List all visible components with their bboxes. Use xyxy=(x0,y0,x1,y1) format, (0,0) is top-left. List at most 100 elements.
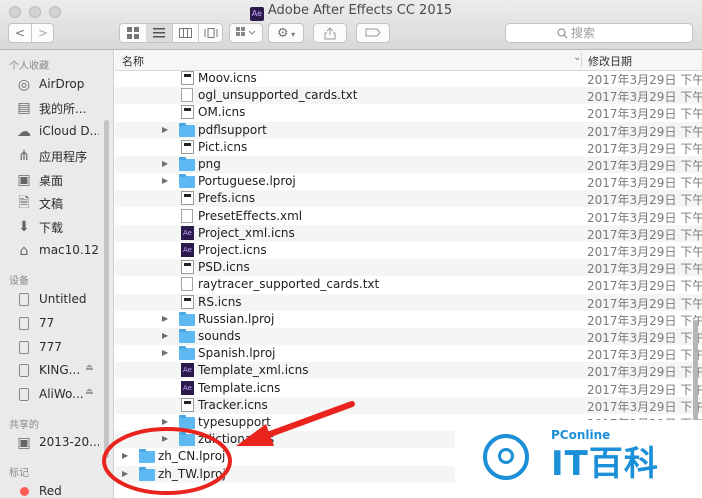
file-row[interactable]: ▶ Russian.lproj 2017年3月29日 下午 xyxy=(115,311,702,328)
icns-file-icon xyxy=(181,139,194,154)
sidebar-item-documents[interactable]: 🗎 文稿 xyxy=(15,193,107,213)
sidebar-item-home[interactable]: ⌂ mac10.12 xyxy=(15,241,107,261)
tag-button[interactable] xyxy=(356,23,390,43)
disclosure-triangle-icon[interactable]: ▶ xyxy=(162,313,168,325)
file-name: ogl_unsupported_cards.txt xyxy=(198,88,358,103)
coverflow-view-button[interactable] xyxy=(198,24,223,42)
folder-icon xyxy=(139,466,155,481)
sidebar-item-all-files[interactable]: ▤ 我的所... xyxy=(15,98,107,118)
eject-icon[interactable]: ⏏ xyxy=(85,387,94,397)
disclosure-triangle-icon[interactable]: ▶ xyxy=(122,468,128,480)
file-row[interactable]: Ae Template_xml.icns 2017年3月29日 下午 xyxy=(115,362,702,380)
computer-icon: ▣ xyxy=(17,435,31,451)
file-row[interactable]: PSD.icns 2017年3月29日 下午 xyxy=(115,259,702,277)
file-row[interactable]: Moov.icns 2017年3月29日 下午 xyxy=(115,70,702,87)
disclosure-triangle-icon[interactable]: ▶ xyxy=(162,175,168,187)
shared-header: 共享的 xyxy=(9,420,39,431)
sidebar-item-desktop[interactable]: ▣ 桌面 xyxy=(15,170,107,190)
file-name: Template_xml.icns xyxy=(198,363,309,378)
file-row[interactable]: ▶ sounds 2017年3月29日 下午 xyxy=(115,328,702,345)
folder-icon xyxy=(139,449,155,464)
sidebar-item-shared-computer[interactable]: ▣ 2013-20... xyxy=(15,433,107,453)
icns-file-icon xyxy=(181,260,194,275)
file-row[interactable]: ▶ Spanish.lproj 2017年3月29日 下午 xyxy=(115,345,702,362)
coverflow-icon xyxy=(204,28,217,38)
file-row[interactable]: Prefs.icns 2017年3月29日 下午 xyxy=(115,190,702,208)
file-row[interactable]: raytracer_supported_cards.txt 2017年3月29日 … xyxy=(115,276,702,293)
file-row[interactable]: ogl_unsupported_cards.txt 2017年3月29日 下午 xyxy=(115,87,702,105)
all-files-icon: ▤ xyxy=(17,100,31,116)
folder-icon xyxy=(179,346,195,361)
sidebar-item-tag-red[interactable]: Red xyxy=(15,482,107,498)
list-view-button[interactable] xyxy=(146,24,173,42)
file-row[interactable]: Ae Project.icns 2017年3月29日 下午 xyxy=(115,242,702,259)
after-effects-file-icon: Ae xyxy=(181,225,194,240)
sidebar-item-icloud[interactable]: ☁ iCloud D... xyxy=(15,122,107,142)
tag-icon xyxy=(365,28,381,37)
favorites-header: 个人收藏 xyxy=(9,61,49,72)
column-name-header[interactable]: 名称 xyxy=(122,53,144,69)
disclosure-triangle-icon[interactable]: ▶ xyxy=(162,158,168,170)
file-date: 2017年3月29日 下午 xyxy=(587,107,702,122)
file-date: 2017年3月29日 下午 xyxy=(587,124,702,139)
file-row[interactable]: Ae Template.icns 2017年3月29日 下午 xyxy=(115,380,702,397)
column-divider[interactable] xyxy=(581,53,582,67)
file-date: 2017年3月29日 下午 xyxy=(587,193,702,208)
forward-button[interactable]: > xyxy=(32,24,54,42)
disclosure-triangle-icon[interactable]: ▶ xyxy=(162,433,168,445)
sidebar-item-king[interactable]: KING... ⏏ xyxy=(15,361,107,381)
window-title: Ae Adobe After Effects CC 2015 xyxy=(0,3,702,21)
file-row[interactable]: ▶ pdflsupport 2017年3月29日 下午 xyxy=(115,121,702,139)
after-effects-file-icon: Ae xyxy=(181,243,194,257)
back-button[interactable]: < xyxy=(9,24,32,42)
disclosure-triangle-icon[interactable]: ▶ xyxy=(122,450,128,462)
text-document-icon xyxy=(181,208,193,223)
folder-icon xyxy=(179,311,195,326)
file-name: Template.icns xyxy=(198,380,281,395)
disclosure-triangle-icon[interactable]: ▶ xyxy=(162,416,168,428)
devices-header: 设备 xyxy=(9,276,29,287)
share-button[interactable] xyxy=(313,23,347,43)
file-date: 2017年3月29日 下午 xyxy=(587,90,702,105)
folder-icon xyxy=(179,432,195,447)
search-field[interactable]: 搜索 xyxy=(505,23,693,43)
file-row[interactable]: ▶ Portuguese.lproj 2017年3月29日 下午 xyxy=(115,173,702,190)
sidebar-item-downloads[interactable]: ⬇ 下载 xyxy=(15,217,107,237)
disk-icon xyxy=(15,316,33,332)
icon-view-button[interactable] xyxy=(120,24,147,42)
file-name: PSD.icns xyxy=(198,260,250,275)
file-row[interactable]: Pict.icns 2017年3月29日 下午 xyxy=(115,139,702,156)
documents-icon: 🗎 xyxy=(18,195,30,211)
file-row[interactable]: ▶ png 2017年3月29日 下午 xyxy=(115,156,702,173)
file-date: 2017年3月29日 下午 xyxy=(587,141,702,156)
file-name: Pict.icns xyxy=(198,139,248,154)
eject-icon[interactable]: ⏏ xyxy=(85,363,94,373)
icns-file-icon xyxy=(181,397,194,412)
action-button[interactable]: ⚙ ▾ xyxy=(268,23,304,43)
file-name: png xyxy=(198,157,221,171)
folder-icon xyxy=(179,329,195,343)
sidebar-item-untitled[interactable]: Untitled xyxy=(15,290,107,310)
disclosure-triangle-icon[interactable]: ▶ xyxy=(162,330,168,342)
column-date-header[interactable]: 修改日期 xyxy=(588,53,632,69)
disk-icon xyxy=(15,387,33,403)
applications-icon: ⋔ xyxy=(18,148,30,164)
sidebar-item-applications[interactable]: ⋔ 应用程序 xyxy=(15,146,107,166)
sidebar-item-777[interactable]: 777 xyxy=(15,338,107,358)
sidebar-scrollbar[interactable] xyxy=(104,120,109,458)
file-row[interactable]: RS.icns 2017年3月29日 下午 xyxy=(115,293,702,311)
file-name: Portuguese.lproj xyxy=(198,174,296,189)
disclosure-triangle-icon[interactable]: ▶ xyxy=(162,124,168,136)
sidebar-item-aliwo[interactable]: AliWo... ⏏ xyxy=(15,385,107,405)
file-row[interactable]: PresetEffects.xml 2017年3月29日 下午 xyxy=(115,208,702,225)
file-row[interactable]: Ae Project_xml.icns 2017年3月29日 下午 xyxy=(115,224,702,242)
column-view-button[interactable] xyxy=(172,24,199,42)
file-date: 2017年3月29日 下午 xyxy=(587,262,702,277)
sidebar-item-airdrop[interactable]: ◎ AirDrop xyxy=(15,75,107,95)
file-row[interactable]: OM.icns 2017年3月29日 下午 xyxy=(115,104,702,121)
after-effects-file-icon: Ae xyxy=(181,380,194,395)
arrange-button[interactable] xyxy=(229,23,263,43)
file-row[interactable]: Tracker.icns 2017年3月29日 下午 xyxy=(115,396,702,414)
disclosure-triangle-icon[interactable]: ▶ xyxy=(162,347,168,359)
sidebar-item-77[interactable]: 77 xyxy=(15,314,107,334)
